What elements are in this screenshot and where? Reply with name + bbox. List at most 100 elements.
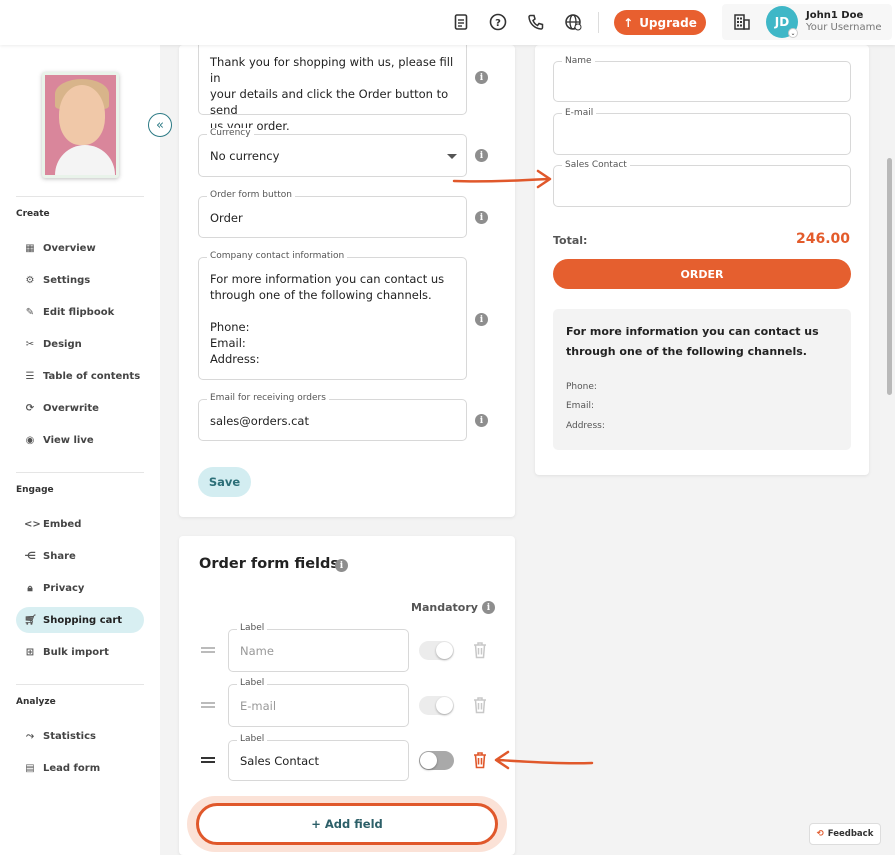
mandatory-label: Mandatory [411,601,478,614]
toolbar-divider [598,12,599,33]
flipbook-cover-thumbnail[interactable] [42,72,119,178]
top-bar: ? ↑ Upgrade JD ⌄ John1 Doe Your Username [0,0,895,45]
chevron-down-icon: ⌄ [788,28,798,38]
sidebar-item-settings[interactable]: ⚙ Settings [16,267,144,293]
sidebar-item-label: Overwrite [43,402,99,414]
currency-label: Currency [207,128,254,138]
sidebar-item-label: Settings [43,274,91,286]
order-email-label: Email for receiving orders [207,393,329,403]
upgrade-button[interactable]: ↑ Upgrade [614,10,706,35]
chart-line-icon: ⤳ [26,730,34,742]
caret-down-icon [447,154,457,159]
drag-handle-icon[interactable] [201,647,215,653]
info-icon[interactable]: i [475,149,488,162]
sidebar-item-label: Edit flipbook [43,306,115,318]
user-name: John1 Doe [806,10,864,21]
sidebar-item-bulk-import[interactable]: ⊞ Bulk import [16,639,144,665]
info-icon[interactable]: i [475,414,488,427]
info-icon[interactable]: i [335,559,348,572]
sidebar-item-label: Embed [43,518,82,530]
company-contact-label: Company contact information [207,251,348,261]
annotation-arrow-icon [452,169,552,189]
preview-email-field[interactable]: E-mail [553,108,851,155]
annotation-arrow-icon [494,750,594,770]
intro-text-value: Thank you for shopping with us, please f… [210,55,454,133]
save-button[interactable]: Save [198,467,251,497]
design-icon: ✂ [25,338,35,350]
sidebar-item-label: Shopping cart [43,614,123,626]
scrollbar[interactable] [887,158,892,395]
trash-icon[interactable] [472,641,488,659]
sidebar-item-statistics[interactable]: ⤳ Statistics [16,723,144,749]
preview-field-label: E-mail [562,108,597,118]
refresh-icon: ⟳ [25,402,35,414]
sidebar-item-edit-flipbook[interactable]: ✎ Edit flipbook [16,299,144,325]
add-field-button[interactable]: + Add field [196,803,498,845]
field-label-caption: Label [237,623,268,633]
user-username: Your Username [806,22,882,33]
lock-icon: 🔒︎ [27,582,33,594]
order-button-label: Order form button [207,190,295,200]
info-icon[interactable]: i [482,601,495,614]
order-form-fields-title: Order form fields [199,556,340,572]
trash-icon[interactable] [472,696,488,714]
company-contact-value: For more information you can contact us … [210,272,445,366]
globe-icon[interactable] [563,12,583,32]
sidebar-divider [16,684,144,685]
info-icon[interactable]: i [475,211,488,224]
contact-email: Email: [566,401,595,411]
cover-face [59,85,105,145]
field-placeholder: Name [240,644,274,658]
field-label-input-email[interactable]: Label E-mail [228,678,409,727]
trash-icon[interactable] [472,751,488,769]
form-icon: ▤ [25,762,35,774]
field-label-caption: Label [237,734,268,744]
field-label-input-name[interactable]: Label Name [228,623,409,672]
phone-icon[interactable] [526,12,546,32]
feedback-button[interactable]: ⟲ Feedback [809,823,881,845]
currency-select[interactable]: Currency No currency [198,128,467,177]
contact-phone: Phone: [566,382,597,392]
sidebar-item-label: Table of contents [43,370,141,382]
sidebar-item-embed[interactable]: <> Embed [16,511,144,537]
info-icon[interactable]: i [475,71,488,84]
sidebar-item-privacy[interactable]: 🔒︎ Privacy [16,575,144,601]
order-button[interactable]: ORDER [553,259,851,289]
sidebar-item-share[interactable]: ⋲ Share [16,543,144,569]
document-icon[interactable] [451,12,471,32]
mandatory-toggle[interactable] [419,696,454,715]
sidebar-item-label: View live [43,434,94,446]
pencil-icon: ✎ [25,306,35,318]
sidebar-divider [16,196,144,197]
order-button-text-field[interactable]: Order form button Order [198,190,467,238]
drag-handle-icon[interactable] [201,702,215,708]
drag-handle-icon[interactable] [201,757,215,763]
mandatory-toggle[interactable] [419,751,454,770]
field-label-input-sales-contact[interactable]: Label Sales Contact [228,734,409,781]
mandatory-toggle[interactable] [419,641,454,660]
sidebar-item-overwrite[interactable]: ⟳ Overwrite [16,395,144,421]
preview-sales-contact-field[interactable]: Sales Contact [553,160,851,207]
sidebar-item-label: Design [43,338,82,350]
sidebar-item-shopping-cart[interactable]: 🛒︎ Shopping cart [16,607,144,633]
import-icon: ⊞ [25,646,35,658]
preview-name-field[interactable]: Name [553,56,851,102]
building-icon[interactable] [732,12,752,32]
sidebar-item-design[interactable]: ✂ Design [16,331,144,357]
arrow-up-icon: ↑ [623,15,634,30]
sidebar-item-view-live[interactable]: ◉ View live [16,427,144,453]
help-icon[interactable]: ? [488,12,508,32]
total-value: 246.00 [795,231,850,247]
collapse-sidebar-button[interactable]: « [148,113,172,137]
intro-text-field[interactable]: Thank you for shopping with us, please f… [198,35,467,133]
sidebar-item-overview[interactable]: ▦ Overview [16,235,144,261]
code-icon: <> [24,518,41,530]
sidebar-item-table-of-contents[interactable]: ☰ Table of contents [16,363,144,389]
info-icon[interactable]: i [475,313,488,326]
sidebar-item-lead-form[interactable]: ▤ Lead form [16,755,144,781]
section-engage: Engage [16,485,54,495]
company-contact-field[interactable]: Company contact information For more inf… [198,251,467,380]
feedback-icon: ⟲ [816,829,824,839]
sidebar-item-label: Overview [43,242,96,254]
order-email-field[interactable]: Email for receiving orders sales@orders.… [198,393,467,441]
